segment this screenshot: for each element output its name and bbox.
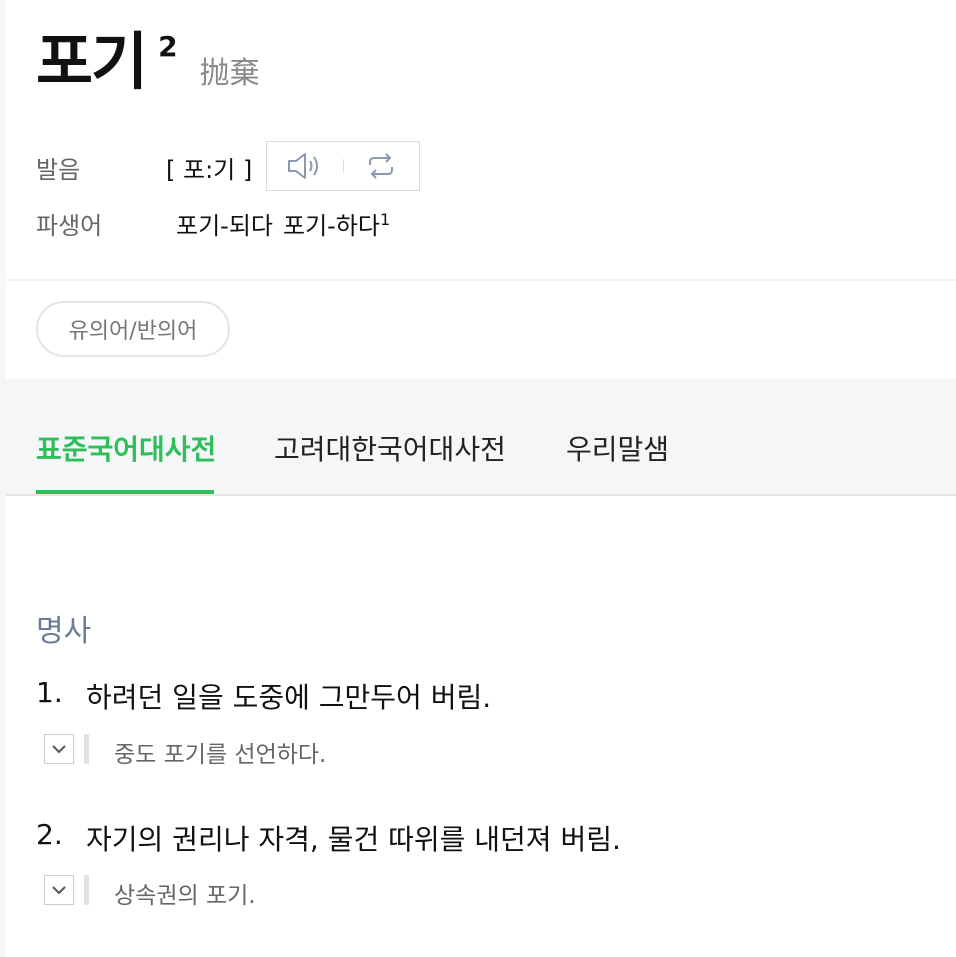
example-sentence: 중도 포기를 선언하다. (114, 742, 327, 768)
tab-korea-univ-dictionary[interactable]: 고려대한국어대사전 (274, 428, 506, 468)
sense-definition: 하려던 일을 도중에 그만두어 버림. (86, 681, 492, 714)
part-of-speech: 명사 (36, 614, 92, 649)
entry-title: 포기 2 抛棄 (36, 22, 260, 102)
derived-word-2[interactable]: 포기-하다1 (283, 206, 390, 241)
active-tab-indicator (36, 490, 214, 494)
speaker-icon[interactable] (267, 142, 343, 190)
derived-words: 포기-되다 포기-하다1 (176, 206, 390, 241)
entry-header-card: 포기 2 抛棄 발음 [ 포:기 ] 파생어 포기-되다 포기-하다1 유의어/… (6, 0, 956, 379)
audio-controls (266, 141, 420, 191)
derived-word-1[interactable]: 포기-되다 (176, 206, 273, 241)
section-divider (6, 279, 956, 281)
chevron-down-icon[interactable] (44, 875, 74, 905)
pronunciation-value: [ 포:기 ] (166, 156, 253, 184)
tab-urimalsaem[interactable]: 우리말샘 (566, 428, 669, 468)
example-bar (84, 734, 89, 764)
headword: 포기 (36, 25, 148, 98)
hanja: 抛棄 (199, 56, 260, 91)
repeat-icon[interactable] (344, 142, 420, 190)
sense-number: 2. (36, 818, 63, 851)
example-sentence: 상속권의 포기. (114, 883, 256, 909)
sense-number: 1. (36, 676, 63, 709)
derived-label: 파생어 (36, 212, 103, 240)
dictionary-tabs: 표준국어대사전 고려대한국어대사전 우리말샘 (6, 398, 956, 496)
tab-standard-dictionary[interactable]: 표준국어대사전 (36, 428, 216, 468)
example-bar (84, 875, 89, 905)
homograph-number: 2 (158, 30, 178, 63)
chevron-down-icon[interactable] (44, 734, 74, 764)
pronunciation-label: 발음 (36, 156, 81, 184)
definition-card: 표준국어대사전 고려대한국어대사전 우리말샘 명사 1. 하려던 일을 도중에 … (6, 398, 956, 957)
synonym-antonym-button[interactable]: 유의어/반의어 (36, 301, 230, 357)
sense-definition: 자기의 권리나 자격, 물건 따위를 내던져 버림. (86, 823, 621, 856)
